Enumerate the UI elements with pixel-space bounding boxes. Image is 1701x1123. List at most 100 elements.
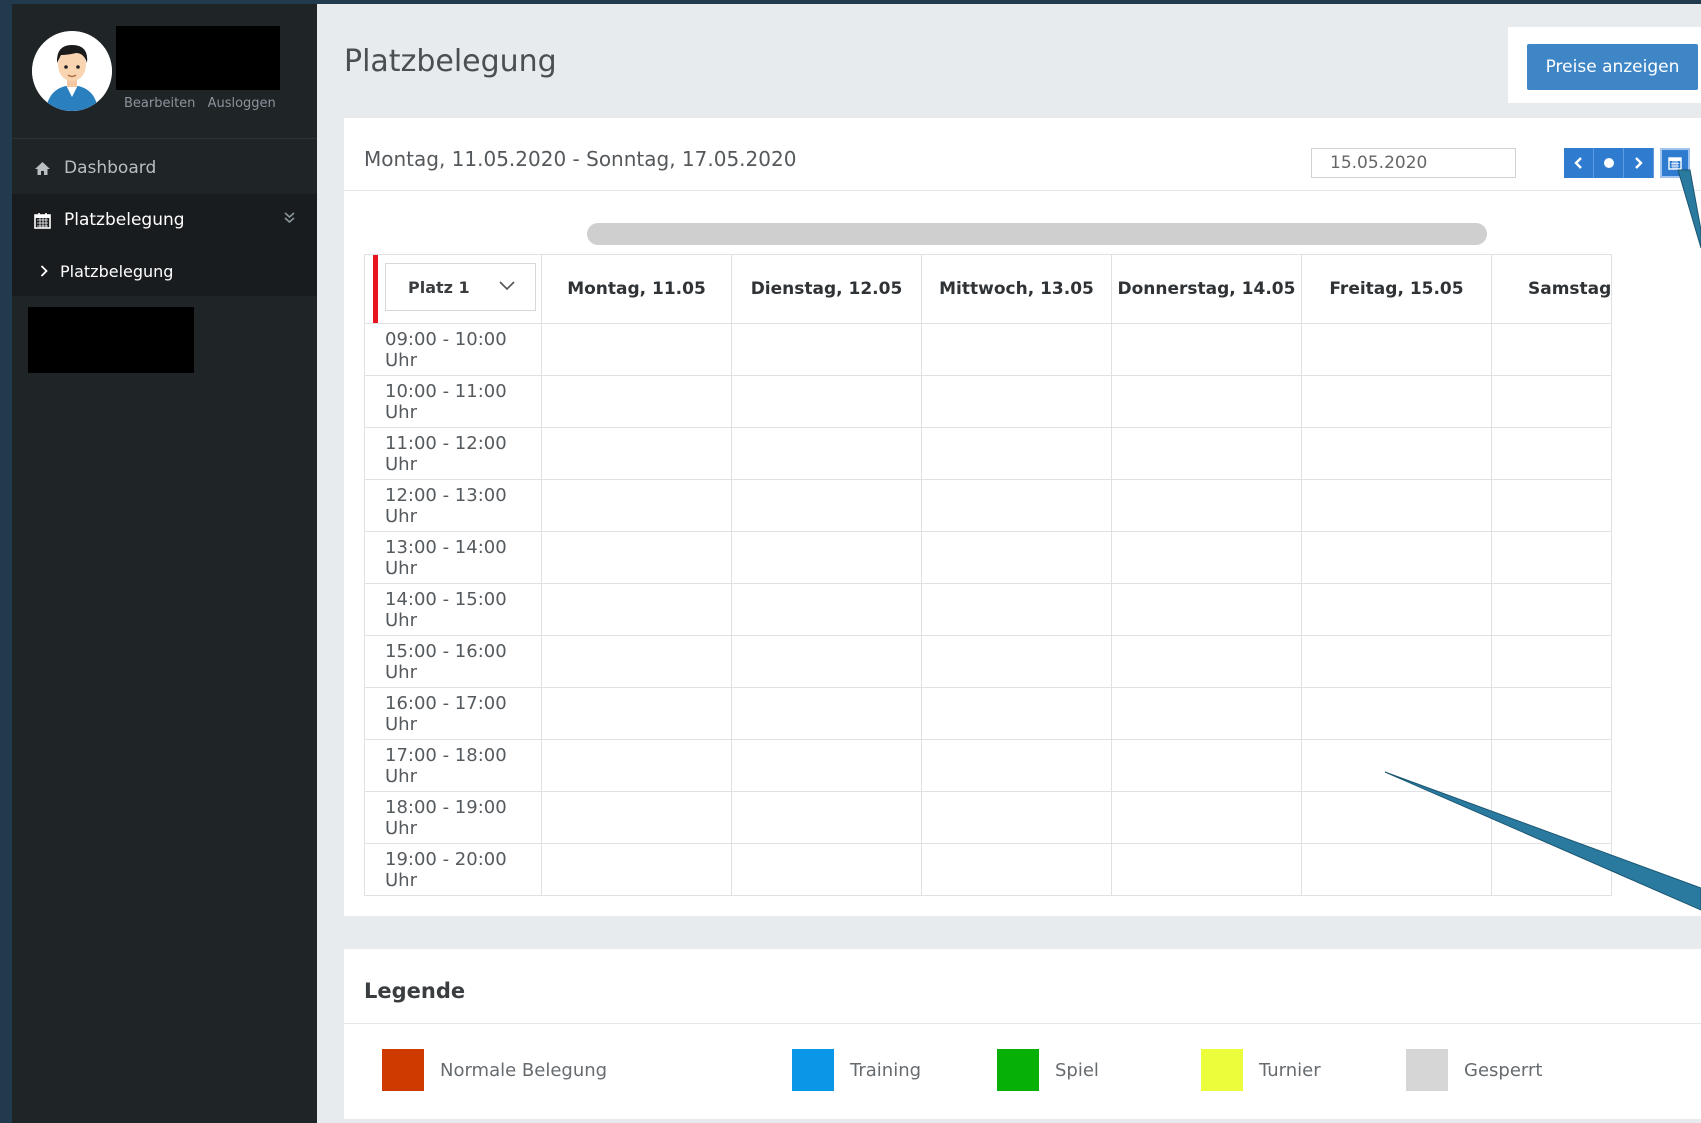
- booking-cell[interactable]: [1301, 687, 1492, 740]
- previous-week-button[interactable]: [1564, 148, 1594, 178]
- booking-cell[interactable]: [1490, 323, 1613, 376]
- court-dropdown[interactable]: Platz 1: [385, 263, 536, 311]
- booking-cell[interactable]: [921, 323, 1112, 376]
- day-header: Freitag, 15.05: [1301, 254, 1492, 324]
- booking-cell[interactable]: [541, 323, 732, 376]
- booking-cell[interactable]: [1111, 531, 1302, 584]
- booking-cell[interactable]: [1111, 323, 1302, 376]
- booking-cell[interactable]: [1111, 427, 1302, 480]
- booking-cell[interactable]: [1490, 531, 1613, 584]
- booking-cell[interactable]: [1490, 843, 1613, 896]
- user-profile: Bearbeiten Ausloggen: [12, 4, 317, 139]
- booking-cell[interactable]: [921, 739, 1112, 792]
- booking-cell[interactable]: [541, 531, 732, 584]
- booking-cell[interactable]: [541, 479, 732, 532]
- legend-swatch: [1201, 1049, 1243, 1091]
- booking-cell[interactable]: [1490, 375, 1613, 428]
- booking-cell[interactable]: [1490, 687, 1613, 740]
- booking-cell[interactable]: [921, 635, 1112, 688]
- page-title: Platzbelegung: [344, 44, 557, 79]
- sidebar-item-platzbelegung[interactable]: Platzbelegung: [12, 194, 317, 246]
- day-header: Montag, 11.05: [541, 254, 732, 324]
- time-slot-label: 16:00 - 17:00 Uhr: [364, 687, 542, 740]
- table-row: 19:00 - 20:00 Uhr: [364, 843, 1613, 896]
- booking-cell[interactable]: [1301, 479, 1492, 532]
- legend-swatch: [792, 1049, 834, 1091]
- booking-cell[interactable]: [1490, 791, 1613, 844]
- table-row: 12:00 - 13:00 Uhr: [364, 479, 1613, 532]
- booking-cell[interactable]: [1301, 583, 1492, 636]
- booking-cell[interactable]: [541, 843, 732, 896]
- booking-cell[interactable]: [1111, 687, 1302, 740]
- time-slot-label: 09:00 - 10:00 Uhr: [364, 323, 542, 376]
- user-name-redacted: [116, 26, 280, 90]
- booking-cell[interactable]: [731, 687, 922, 740]
- booking-cell[interactable]: [1111, 739, 1302, 792]
- time-slot-label: 10:00 - 11:00 Uhr: [364, 375, 542, 428]
- table-row: 17:00 - 18:00 Uhr: [364, 739, 1613, 792]
- table-row: 14:00 - 15:00 Uhr: [364, 583, 1613, 636]
- booking-cell[interactable]: [1301, 323, 1492, 376]
- booking-cell[interactable]: [1490, 739, 1613, 792]
- next-week-button[interactable]: [1624, 148, 1654, 178]
- booking-cell[interactable]: [921, 843, 1112, 896]
- booking-cell[interactable]: [541, 583, 732, 636]
- booking-cell[interactable]: [1111, 635, 1302, 688]
- booking-cell[interactable]: [1301, 843, 1492, 896]
- user-avatar-icon: [32, 31, 112, 111]
- booking-cell[interactable]: [1111, 791, 1302, 844]
- show-prices-button[interactable]: Preise anzeigen: [1527, 44, 1698, 90]
- time-slot-label: 19:00 - 20:00 Uhr: [364, 843, 542, 896]
- booking-cell[interactable]: [541, 635, 732, 688]
- booking-cell[interactable]: [731, 843, 922, 896]
- booking-cell[interactable]: [731, 791, 922, 844]
- horizontal-scrollbar[interactable]: [587, 223, 1487, 245]
- chevron-down-icon: [499, 276, 515, 295]
- booking-cell[interactable]: [541, 427, 732, 480]
- sidebar-subitem-platzbelegung[interactable]: Platzbelegung: [12, 246, 317, 296]
- booking-cell[interactable]: [541, 687, 732, 740]
- edit-profile-link[interactable]: Bearbeiten: [124, 96, 195, 111]
- booking-cell[interactable]: [731, 583, 922, 636]
- booking-cell[interactable]: [1490, 635, 1613, 688]
- booking-cell[interactable]: [921, 687, 1112, 740]
- avatar[interactable]: [32, 31, 112, 111]
- booking-cell[interactable]: [921, 531, 1112, 584]
- booking-cell[interactable]: [921, 375, 1112, 428]
- booking-cell[interactable]: [1111, 375, 1302, 428]
- booking-cell[interactable]: [731, 739, 922, 792]
- sidebar-item-label: Platzbelegung: [64, 210, 185, 230]
- booking-cell[interactable]: [921, 791, 1112, 844]
- booking-cell[interactable]: [1111, 479, 1302, 532]
- booking-cell[interactable]: [921, 427, 1112, 480]
- date-field[interactable]: [1311, 148, 1516, 178]
- booking-cell[interactable]: [1301, 739, 1492, 792]
- booking-cell[interactable]: [731, 323, 922, 376]
- booking-cell[interactable]: [731, 427, 922, 480]
- booking-cell[interactable]: [541, 375, 732, 428]
- booking-cell[interactable]: [1301, 427, 1492, 480]
- booking-cell[interactable]: [1111, 583, 1302, 636]
- table-header-row: Platz 1 Montag, 11.05 Dienstag, 12.05 Mi…: [364, 254, 1613, 324]
- booking-cell[interactable]: [1490, 479, 1613, 532]
- booking-cell[interactable]: [731, 531, 922, 584]
- booking-cell[interactable]: [541, 791, 732, 844]
- sidebar-item-dashboard[interactable]: Dashboard: [12, 142, 317, 194]
- booking-cell[interactable]: [921, 583, 1112, 636]
- legend-item: Training: [792, 1049, 921, 1091]
- current-week-button[interactable]: [1594, 148, 1624, 178]
- date-picker-button[interactable]: [1660, 148, 1690, 178]
- booking-cell[interactable]: [1490, 427, 1613, 480]
- booking-cell[interactable]: [1301, 531, 1492, 584]
- logout-link[interactable]: Ausloggen: [208, 96, 276, 111]
- booking-cell[interactable]: [541, 739, 732, 792]
- booking-cell[interactable]: [1490, 583, 1613, 636]
- booking-cell[interactable]: [1301, 635, 1492, 688]
- booking-cell[interactable]: [731, 375, 922, 428]
- booking-cell[interactable]: [1301, 791, 1492, 844]
- booking-cell[interactable]: [1301, 375, 1492, 428]
- booking-cell[interactable]: [731, 635, 922, 688]
- booking-cell[interactable]: [731, 479, 922, 532]
- booking-cell[interactable]: [921, 479, 1112, 532]
- booking-cell[interactable]: [1111, 843, 1302, 896]
